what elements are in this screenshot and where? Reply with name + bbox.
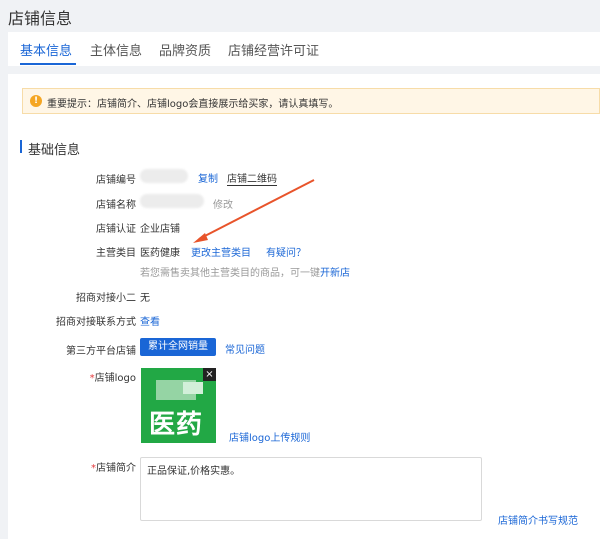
logo-mosaic-2 <box>183 382 203 394</box>
total-sales-button[interactable]: 累计全网销量 <box>140 338 216 356</box>
shop-name-label: 店铺名称 <box>96 200 136 211</box>
category-hint-text: 若您需售卖其他主营类目的商品，可一键 <box>140 268 320 279</box>
tab-basic-info[interactable]: 基本信息 <box>20 40 72 59</box>
section-marker <box>20 140 22 153</box>
page-title: 店铺信息 <box>8 9 73 28</box>
intro-label: *店铺简介 <box>91 459 136 474</box>
contact-way-label: 招商对接联系方式 <box>56 317 136 328</box>
view-contact-link[interactable]: 查看 <box>140 313 160 328</box>
shop-id-value-redacted <box>140 169 188 183</box>
third-party-label: 第三方平台店铺 <box>66 346 136 357</box>
shop-intro-textarea[interactable]: 正品保证,价格实惠。 <box>140 457 482 521</box>
shop-cert-value: 企业店铺 <box>140 224 180 235</box>
faq-link[interactable]: 常见问题 <box>225 341 265 356</box>
copy-shop-id-button[interactable]: 复制 <box>198 170 218 185</box>
warning-icon: ! <box>30 95 42 107</box>
logo-label: *店铺logo <box>90 369 136 384</box>
question-link[interactable]: 有疑问？ <box>266 244 306 259</box>
shop-qrcode-button[interactable]: 店铺二维码 <box>227 170 277 186</box>
tab-bar: 基本信息 主体信息 品牌资质 店铺经营许可证 <box>8 32 600 66</box>
notice-text: 重要提示：店铺简介、店铺logo会直接展示给买家，请认真填写。 <box>47 99 339 110</box>
category-hint: 若您需售卖其他主营类目的商品，可一键开新店 <box>140 264 350 279</box>
main-category-value: 医药健康 <box>140 248 180 259</box>
remove-logo-icon[interactable]: × <box>203 368 216 381</box>
tab-entity-info[interactable]: 主体信息 <box>90 40 142 59</box>
contact-staff-label: 招商对接小二 <box>76 293 136 304</box>
shop-id-label: 店铺编号 <box>96 175 136 186</box>
shop-name-value-redacted <box>140 194 204 208</box>
edit-shop-name-link[interactable]: 修改 <box>213 196 233 211</box>
main-card: ! 重要提示：店铺简介、店铺logo会直接展示给买家，请认真填写。 基础信息 店… <box>8 74 600 539</box>
intro-label-text: 店铺简介 <box>96 463 136 474</box>
section-title: 基础信息 <box>28 143 81 158</box>
logo-label-text: 店铺logo <box>94 373 136 384</box>
intro-writing-rules-link[interactable]: 店铺简介书写规范 <box>498 512 578 527</box>
shop-logo-image[interactable]: 医药 × <box>141 368 216 443</box>
open-new-shop-link[interactable]: 开新店 <box>320 268 350 279</box>
logo-image-text: 医药 <box>149 410 204 440</box>
shop-cert-label: 店铺认证 <box>96 224 136 235</box>
main-category-label: 主营类目 <box>96 248 136 259</box>
notice-banner: ! 重要提示：店铺简介、店铺logo会直接展示给买家，请认真填写。 <box>22 88 600 114</box>
logo-upload-rules-link[interactable]: 店铺logo上传规则 <box>229 429 310 444</box>
contact-staff-value: 无 <box>140 293 150 304</box>
active-tab-indicator <box>20 63 76 65</box>
tab-business-license[interactable]: 店铺经营许可证 <box>228 40 319 59</box>
tab-brand-qualification[interactable]: 品牌资质 <box>159 40 211 59</box>
change-category-link[interactable]: 更改主营类目 <box>191 244 251 259</box>
